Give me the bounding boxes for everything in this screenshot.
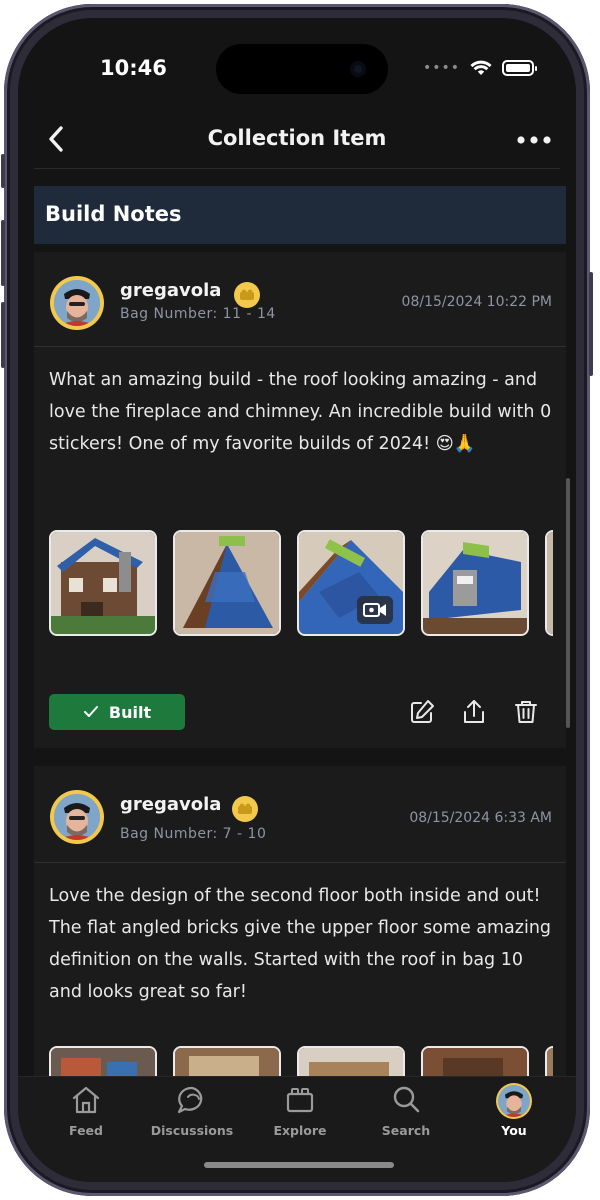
note-timestamp: 08/15/2024 10:22 PM bbox=[401, 294, 552, 310]
chat-bubbles-icon bbox=[177, 1086, 203, 1114]
note-text: What an amazing build - the roof looking… bbox=[49, 370, 552, 454]
page-title: Collection Item bbox=[207, 126, 387, 150]
tab-label: Discussions bbox=[150, 1123, 234, 1138]
status-indicators: •••• bbox=[422, 60, 537, 76]
photo-thumbnail[interactable] bbox=[421, 530, 529, 636]
video-thumbnail[interactable] bbox=[297, 530, 405, 636]
silent-switch bbox=[1, 154, 5, 188]
camera-icon bbox=[350, 61, 366, 77]
edit-icon[interactable] bbox=[408, 698, 436, 726]
power-button bbox=[589, 272, 593, 376]
tab-search[interactable]: Search bbox=[356, 1083, 456, 1145]
share-icon[interactable] bbox=[460, 698, 488, 726]
build-note-card: gregavola Bag Number: 11 - 14 08/15/2024… bbox=[34, 252, 566, 748]
avatar[interactable] bbox=[50, 790, 104, 844]
username[interactable]: gregavola bbox=[120, 794, 221, 815]
tab-feed[interactable]: Feed bbox=[36, 1083, 136, 1145]
trash-icon[interactable] bbox=[512, 698, 540, 726]
scrollbar[interactable] bbox=[566, 478, 570, 728]
search-icon bbox=[393, 1086, 420, 1113]
tab-label: You bbox=[501, 1123, 527, 1138]
battery-icon bbox=[502, 60, 537, 76]
divider bbox=[34, 346, 566, 347]
tab-you[interactable]: You bbox=[464, 1083, 564, 1145]
navigation-bar: Collection Item bbox=[18, 116, 576, 168]
tab-label: Feed bbox=[69, 1123, 103, 1138]
note-timestamp: 08/15/2024 6:33 AM bbox=[409, 810, 552, 826]
photo-thumbnail[interactable] bbox=[49, 530, 157, 636]
checkmark-icon bbox=[83, 706, 98, 717]
dynamic-island bbox=[216, 44, 388, 94]
built-label: Built bbox=[108, 702, 152, 722]
brick-badge-icon bbox=[234, 282, 260, 308]
divider bbox=[34, 168, 560, 169]
phone-frame: 10:46 •••• Collection Item Build Notes g… bbox=[1, 4, 593, 1196]
tab-explore[interactable]: Explore bbox=[250, 1083, 350, 1145]
section-title: Build Notes bbox=[45, 202, 182, 226]
note-text: Love the design of the second floor both… bbox=[49, 886, 552, 1002]
built-status-button[interactable]: Built bbox=[49, 694, 185, 730]
photo-strip[interactable] bbox=[49, 530, 553, 636]
section-header: Build Notes bbox=[34, 186, 566, 244]
username[interactable]: gregavola bbox=[120, 280, 221, 301]
tab-bar: Feed Discussions Explore Search You bbox=[18, 1076, 576, 1182]
status-time: 10:46 bbox=[100, 56, 167, 80]
wifi-icon bbox=[470, 60, 492, 75]
cellular-signal-icon: •••• bbox=[422, 60, 460, 76]
volume-up-button bbox=[1, 220, 5, 286]
video-camera-icon bbox=[357, 596, 393, 624]
app-screen: 10:46 •••• Collection Item Build Notes g… bbox=[18, 18, 576, 1182]
tab-label: Search bbox=[381, 1123, 431, 1138]
brick-icon bbox=[286, 1088, 314, 1113]
avatar[interactable] bbox=[50, 276, 104, 330]
home-icon bbox=[72, 1086, 100, 1114]
volume-down-button bbox=[1, 302, 5, 368]
more-options-icon[interactable] bbox=[514, 124, 554, 154]
brick-badge-icon bbox=[232, 796, 258, 822]
home-indicator bbox=[204, 1162, 394, 1168]
divider bbox=[34, 862, 566, 863]
photo-thumbnail[interactable] bbox=[545, 530, 553, 636]
tab-label: Explore bbox=[273, 1123, 327, 1138]
bag-number: Bag Number: 7 - 10 bbox=[120, 826, 267, 842]
bag-number: Bag Number: 11 - 14 bbox=[120, 306, 276, 322]
avatar bbox=[496, 1083, 532, 1119]
photo-thumbnail[interactable] bbox=[173, 530, 281, 636]
tab-discussions[interactable]: Discussions bbox=[142, 1083, 242, 1145]
